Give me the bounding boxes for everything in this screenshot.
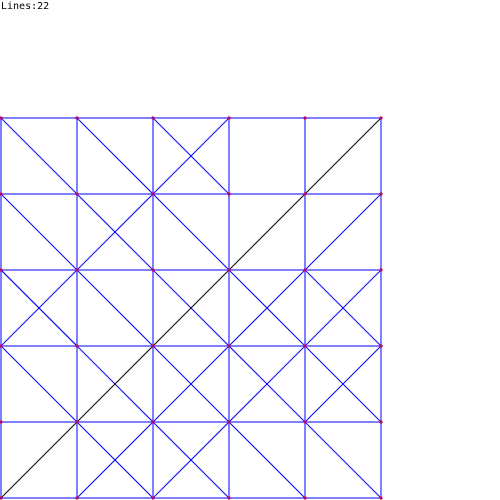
grid-dot[interactable] — [0, 420, 3, 424]
grid-dot[interactable] — [379, 420, 383, 424]
line-board[interactable] — [0, 0, 500, 500]
grid-dot[interactable] — [75, 268, 79, 272]
grid-dot[interactable] — [75, 192, 79, 196]
grid-dot[interactable] — [379, 268, 383, 272]
grid-dot[interactable] — [151, 496, 155, 500]
grid-dot[interactable] — [227, 116, 231, 120]
grid-dot[interactable] — [75, 116, 79, 120]
grid-dot[interactable] — [379, 496, 383, 500]
grid-dot[interactable] — [227, 268, 231, 272]
grid-dot[interactable] — [75, 344, 79, 348]
grid-dot[interactable] — [151, 344, 155, 348]
grid-dot[interactable] — [151, 268, 155, 272]
grid-dot[interactable] — [303, 344, 307, 348]
grid-dot[interactable] — [227, 420, 231, 424]
grid-dot[interactable] — [227, 496, 231, 500]
grid-dot[interactable] — [227, 192, 231, 196]
grid-dot[interactable] — [379, 116, 383, 120]
segments-layer — [0, 117, 382, 499]
game-screen: Lines:22 — [0, 0, 500, 500]
grid-dot[interactable] — [151, 116, 155, 120]
grid-dot[interactable] — [303, 268, 307, 272]
grid-dot[interactable] — [151, 192, 155, 196]
grid-dot[interactable] — [303, 420, 307, 424]
grid-dot[interactable] — [303, 496, 307, 500]
grid-dot[interactable] — [75, 496, 79, 500]
grid-dot[interactable] — [303, 116, 307, 120]
grid-dot[interactable] — [75, 420, 79, 424]
grid-dot[interactable] — [303, 192, 307, 196]
grid-dot[interactable] — [379, 192, 383, 196]
grid-dot[interactable] — [227, 344, 231, 348]
grid-dot[interactable] — [151, 420, 155, 424]
grid-dot[interactable] — [379, 344, 383, 348]
